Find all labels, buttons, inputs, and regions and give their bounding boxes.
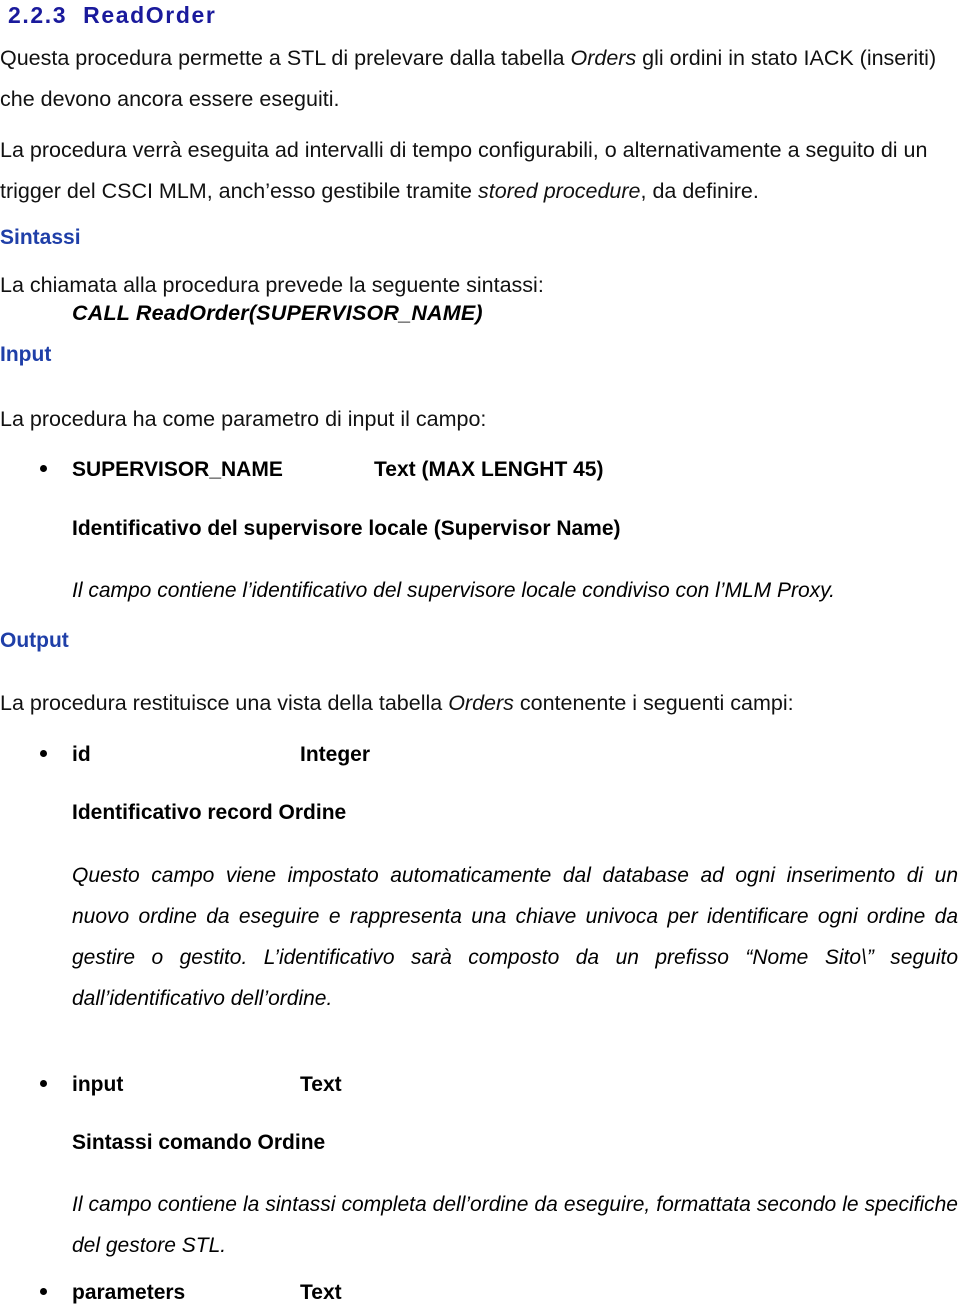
output-lead-text: La procedura restituisce una vista della…: [0, 691, 794, 715]
field-type: Text: [300, 1073, 342, 1096]
field-type: Text (MAX LENGHT 45): [374, 458, 604, 481]
intro-paragraph-1: Questa procedura permette a STL di prele…: [0, 46, 937, 111]
field-name: SUPERVISOR_NAME: [72, 458, 283, 481]
field-note-input: Il campo contiene la sintassi completa d…: [72, 1193, 958, 1257]
field-name: id: [72, 743, 91, 766]
section-label-output: Output: [0, 629, 69, 652]
section-label-sintassi: Sintassi: [0, 226, 81, 249]
intro-paragraph-2: La procedura verrà eseguita ad intervall…: [0, 138, 928, 203]
bullet-icon: [40, 1288, 47, 1295]
field-description-input: Sintassi comando Ordine: [72, 1131, 326, 1154]
bullet-icon: [40, 1080, 47, 1087]
field-name: parameters: [72, 1281, 186, 1304]
field-note-supervisor-name: Il campo contiene l’identificativo del s…: [72, 579, 835, 602]
field-description-supervisor-name: Identificativo del supervisore locale (S…: [72, 517, 621, 540]
field-row-input: input Text: [0, 1073, 958, 1103]
section-heading-number: 2.2.3: [8, 2, 68, 28]
sintassi-lead-text: La chiamata alla procedura prevede la se…: [0, 273, 544, 297]
field-description-id: Identificativo record Ordine: [72, 801, 347, 824]
field-row-parameters: parameters Text: [0, 1281, 958, 1311]
document-page: 2.2.3 ReadOrder Questa procedura permette…: [0, 0, 960, 1308]
field-name: input: [72, 1073, 124, 1096]
bullet-icon: [40, 750, 47, 757]
field-type: Integer: [300, 743, 371, 766]
sintassi-call-statement: CALL ReadOrder(SUPERVISOR_NAME): [72, 301, 483, 325]
field-note-id: Questo campo viene impostato automaticam…: [72, 864, 958, 1010]
field-row-id: id Integer: [0, 743, 958, 773]
field-row-supervisor-name: SUPERVISOR_NAME Text (MAX LENGHT 45): [0, 458, 958, 488]
input-lead-text: La procedura ha come parametro di input …: [0, 407, 487, 431]
field-type: Text: [300, 1281, 342, 1304]
section-heading: 2.2.3 ReadOrder: [8, 2, 216, 29]
bullet-icon: [40, 465, 47, 472]
section-label-input: Input: [0, 343, 52, 366]
section-heading-title: ReadOrder: [83, 2, 217, 28]
